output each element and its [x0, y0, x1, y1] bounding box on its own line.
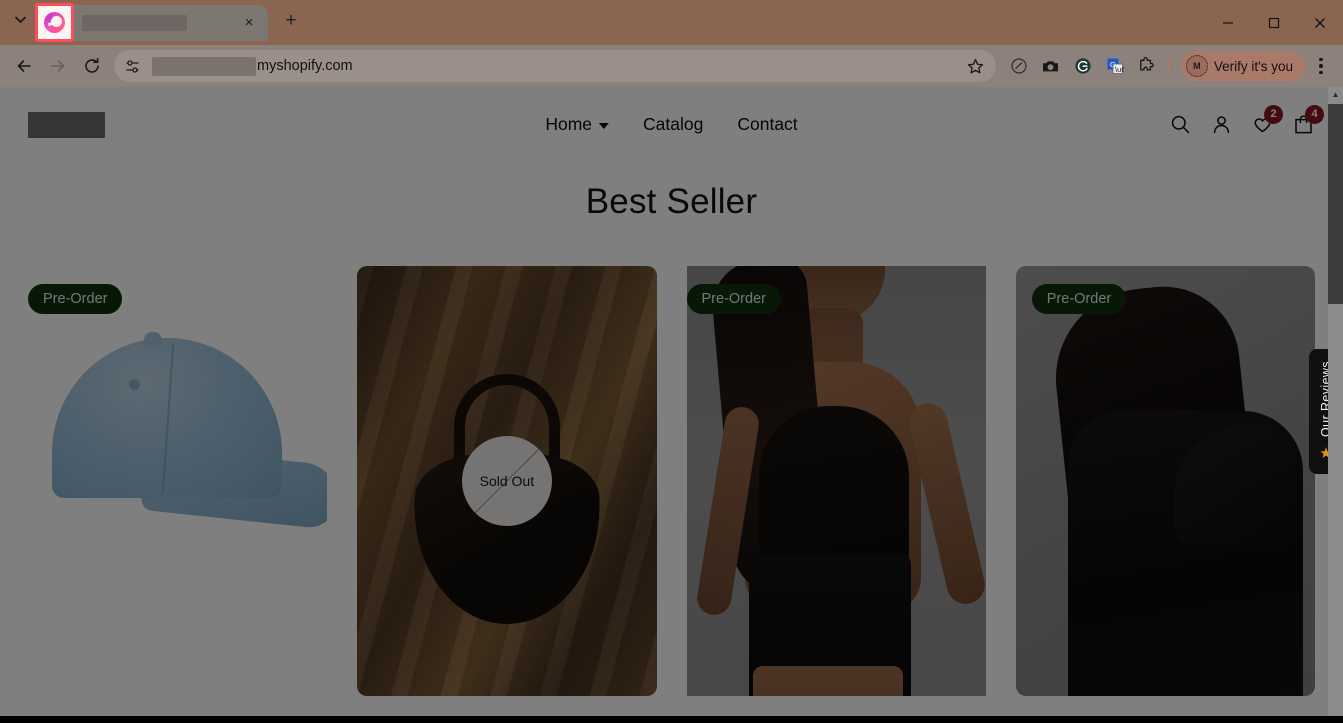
- profile-verify-button[interactable]: M Verify it's you: [1180, 51, 1305, 81]
- new-tab-button[interactable]: +: [276, 6, 306, 36]
- model-jacket-image: [1015, 266, 1315, 696]
- wishlist-heart-icon[interactable]: 2: [1250, 104, 1283, 137]
- product-card[interactable]: Pre-Order: [1015, 266, 1315, 723]
- close-window-button[interactable]: [1297, 0, 1343, 45]
- google-translate-icon[interactable]: G\u6587: [1100, 50, 1130, 82]
- cap-button: [144, 332, 162, 346]
- model-camisole-image: [686, 266, 986, 696]
- pre-order-badge: Pre-Order: [28, 284, 123, 314]
- url-text: myshopify.com: [257, 58, 353, 74]
- sold-out-badge: Sold Out: [461, 436, 552, 526]
- bottom-edge: [0, 716, 1343, 723]
- tab-close-button[interactable]: ×: [238, 12, 260, 34]
- pre-order-badge: Pre-Order: [1031, 284, 1127, 314]
- no-entry-icon[interactable]: [1004, 50, 1034, 82]
- nav-item-home-label: Home: [545, 114, 593, 134]
- cotton-cap-image: [28, 266, 328, 696]
- profile-avatar: M: [1185, 55, 1208, 77]
- product-image[interactable]: [28, 266, 328, 696]
- browser-toolbar: myshopify.com G\u6587 M Verify it's you: [0, 45, 1343, 87]
- sold-out-label: Sold Out: [479, 473, 535, 489]
- reload-button[interactable]: [76, 50, 108, 82]
- search-icon[interactable]: [1168, 113, 1192, 137]
- window-controls: [1205, 0, 1343, 45]
- page-viewport: Home Catalog Contact 2 4 Best Seller Pre…: [0, 87, 1343, 723]
- svg-text:\u6587: \u6587: [1115, 65, 1124, 74]
- address-bar[interactable]: myshopify.com: [114, 50, 996, 82]
- camera-icon[interactable]: [1036, 50, 1066, 82]
- url-redacted-block: [152, 56, 256, 76]
- tab-title-redacted: [82, 14, 187, 31]
- forward-button[interactable]: [42, 50, 74, 82]
- product-info: [357, 696, 656, 714]
- product-image[interactable]: [686, 266, 986, 696]
- product-card[interactable]: Sold Out: [357, 266, 657, 723]
- site-settings-tune-icon[interactable]: [118, 52, 146, 80]
- store-logo[interactable]: [28, 111, 105, 138]
- product-info: [1016, 696, 1315, 714]
- tabstrip: × +: [0, 0, 306, 45]
- product-info: [687, 696, 986, 714]
- browser-tab[interactable]: ×: [38, 4, 268, 41]
- maximize-button[interactable]: [1251, 0, 1297, 45]
- nav-item-contact[interactable]: Contact: [737, 114, 797, 135]
- product-grid: Pre-Order Cotton Twill Cap From €22,95: [0, 266, 1343, 723]
- nav-item-catalog[interactable]: Catalog: [643, 114, 703, 135]
- back-button[interactable]: [8, 50, 40, 82]
- cart-icon[interactable]: 4: [1291, 104, 1324, 137]
- cart-badge: 4: [1305, 104, 1324, 124]
- browser-window: × + myshopify.com \u6 M Verify it's you …: [0, 0, 1343, 723]
- tab-search-button[interactable]: [6, 6, 34, 34]
- minimize-button[interactable]: [1205, 0, 1251, 45]
- product-card[interactable]: Pre-Order: [686, 266, 986, 723]
- store-header: Home Catalog Contact 2 4: [0, 87, 1343, 162]
- pre-order-badge: Pre-Order: [686, 284, 781, 314]
- scroll-up-arrow-icon[interactable]: ▲: [1328, 87, 1343, 102]
- three-dot-menu-icon[interactable]: [1307, 50, 1335, 82]
- page-title: Best Seller: [585, 182, 758, 221]
- wishlist-badge: 2: [1264, 104, 1283, 124]
- extensions-puzzle-icon[interactable]: [1132, 50, 1162, 82]
- grammarly-icon[interactable]: [1068, 50, 1098, 82]
- scrollbar-thumb[interactable]: [1328, 104, 1343, 304]
- product-card[interactable]: Pre-Order Cotton Twill Cap From €22,95: [28, 266, 328, 723]
- page-scrollbar[interactable]: ▲: [1328, 87, 1343, 723]
- toolbar-divider: [1170, 57, 1172, 75]
- profile-label: Verify it's you: [1213, 58, 1293, 74]
- store-page: Home Catalog Contact 2 4 Best Seller Pre…: [0, 87, 1343, 723]
- nav-item-home[interactable]: Home: [545, 114, 610, 135]
- tab-favicon: [48, 10, 74, 36]
- product-image[interactable]: Sold Out: [357, 266, 657, 696]
- account-icon[interactable]: [1209, 113, 1233, 137]
- browser-titlebar: × +: [0, 0, 1343, 45]
- product-image[interactable]: Pre-Order: [1015, 266, 1315, 696]
- header-actions: 2 4: [1168, 104, 1324, 137]
- main-navigation: Home Catalog Contact: [545, 114, 797, 135]
- chevron-down-icon: [599, 122, 610, 129]
- bookmark-star-icon[interactable]: [962, 52, 990, 80]
- model-legs: [752, 666, 903, 696]
